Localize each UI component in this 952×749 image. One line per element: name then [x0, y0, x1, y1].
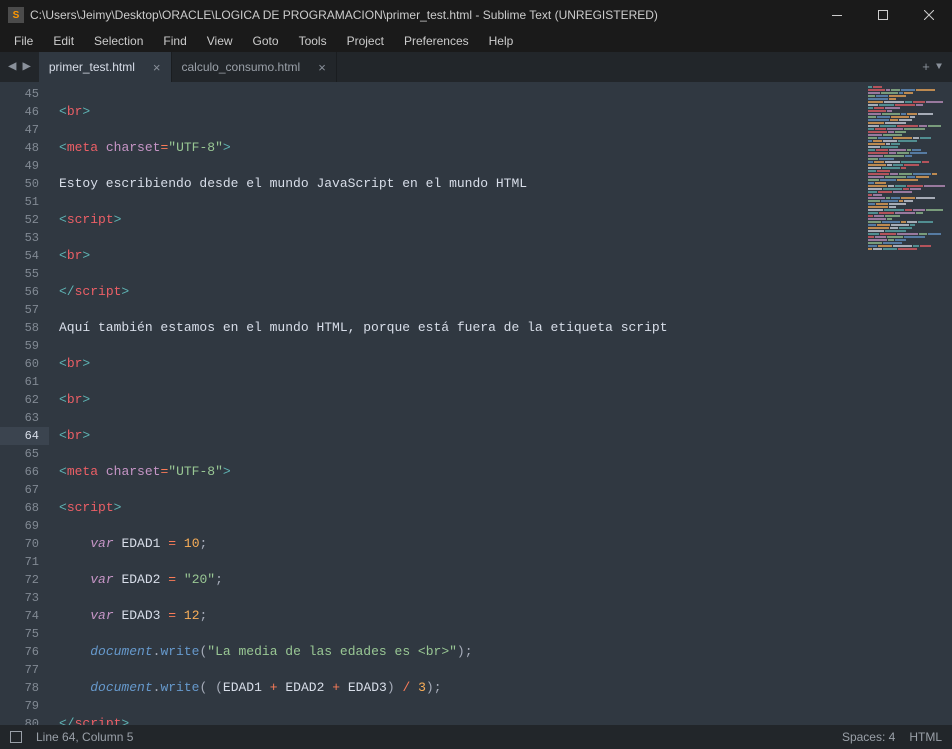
menu-find[interactable]: Find: [153, 32, 196, 50]
status-position[interactable]: Line 64, Column 5: [36, 730, 133, 744]
statusbar: Line 64, Column 5 Spaces: 4 HTML: [0, 725, 952, 749]
tab-active[interactable]: primer_test.html ×: [39, 52, 172, 82]
tab-list-icon[interactable]: ▼: [936, 62, 942, 73]
menu-view[interactable]: View: [197, 32, 243, 50]
status-indentation[interactable]: Spaces: 4: [842, 730, 895, 744]
menu-help[interactable]: Help: [479, 32, 524, 50]
close-button[interactable]: [906, 0, 952, 30]
tab-inactive-label: calculo_consumo.html: [182, 60, 301, 74]
tab-nav: ◀ ▶: [0, 52, 39, 82]
window-controls: [814, 0, 952, 30]
menu-goto[interactable]: Goto: [243, 32, 289, 50]
code-area[interactable]: <br> <meta charset="UTF-8"> Estoy escrib…: [49, 82, 862, 725]
tab-nav-forward-icon[interactable]: ▶: [22, 60, 30, 74]
tabbar: ◀ ▶ primer_test.html × calculo_consumo.h…: [0, 52, 952, 82]
menu-preferences[interactable]: Preferences: [394, 32, 479, 50]
tab-nav-back-icon[interactable]: ◀: [8, 60, 16, 74]
tab-close-icon[interactable]: ×: [318, 60, 326, 75]
tab-actions: + ▼: [912, 52, 952, 82]
menu-tools[interactable]: Tools: [289, 32, 337, 50]
gutter: 4546474849505152535455565758596061626364…: [0, 82, 49, 725]
window-title: C:\Users\Jeimy\Desktop\ORACLE\LOGICA DE …: [30, 8, 814, 22]
titlebar: C:\Users\Jeimy\Desktop\ORACLE\LOGICA DE …: [0, 0, 952, 30]
new-tab-icon[interactable]: +: [922, 60, 930, 75]
app-icon: [8, 7, 24, 23]
menu-edit[interactable]: Edit: [43, 32, 84, 50]
panel-switcher-icon[interactable]: [10, 731, 22, 743]
tab-close-icon[interactable]: ×: [153, 60, 161, 75]
menu-file[interactable]: File: [4, 32, 43, 50]
editor[interactable]: 4546474849505152535455565758596061626364…: [0, 82, 952, 725]
status-syntax[interactable]: HTML: [909, 730, 942, 744]
maximize-button[interactable]: [860, 0, 906, 30]
menu-project[interactable]: Project: [337, 32, 394, 50]
tab-active-label: primer_test.html: [49, 60, 135, 74]
menu-selection[interactable]: Selection: [84, 32, 153, 50]
tab-inactive[interactable]: calculo_consumo.html ×: [172, 52, 337, 82]
minimap[interactable]: [862, 82, 952, 725]
menubar: File Edit Selection Find View Goto Tools…: [0, 30, 952, 52]
minimize-button[interactable]: [814, 0, 860, 30]
